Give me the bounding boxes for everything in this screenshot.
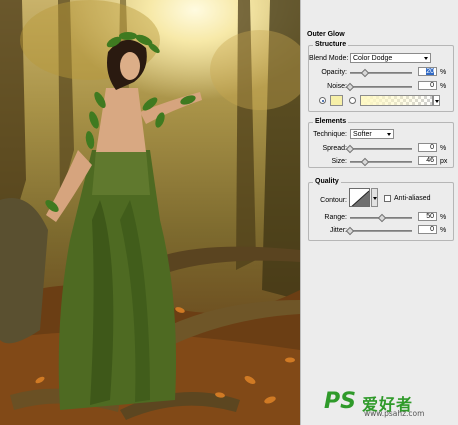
anti-aliased-label: Anti-aliased xyxy=(394,195,431,202)
technique-dropdown[interactable]: Softer xyxy=(350,129,394,139)
outer-glow-panel: Outer Glow Structure Blend Mode: Color D… xyxy=(300,0,458,425)
contour-dropdown-button[interactable] xyxy=(371,188,378,207)
jitter-input[interactable]: 0 xyxy=(418,225,437,234)
blend-mode-label: Blend Mode: xyxy=(309,55,349,62)
anti-aliased-checkbox[interactable] xyxy=(384,195,391,202)
jitter-unit: % xyxy=(440,227,447,234)
opacity-value: 20 xyxy=(426,68,434,75)
watermark-logo: PS xyxy=(324,389,356,414)
spread-label: Spread: xyxy=(322,145,347,152)
size-unit: px xyxy=(440,158,448,165)
chevron-down-icon xyxy=(387,133,391,136)
jitter-label: Jitter: xyxy=(329,227,347,234)
gradient-dropdown-button[interactable] xyxy=(433,95,440,106)
noise-input[interactable]: 0 xyxy=(418,81,437,90)
technique-value: Softer xyxy=(353,131,372,138)
blend-mode-dropdown[interactable]: Color Dodge xyxy=(350,53,431,63)
technique-label: Technique: xyxy=(313,131,347,138)
size-label: Size: xyxy=(331,158,347,165)
glow-color-swatch[interactable] xyxy=(330,95,343,106)
solid-color-radio[interactable] xyxy=(319,97,326,104)
forest-illustration xyxy=(0,0,300,425)
size-input[interactable]: 46 xyxy=(418,156,437,165)
opacity-label: Opacity: xyxy=(321,69,347,76)
opacity-unit: % xyxy=(440,69,447,76)
site-watermark: PS 爱好者 www.psahz.com xyxy=(324,389,452,419)
contour-curve-icon xyxy=(351,190,369,206)
chevron-down-icon xyxy=(435,100,439,103)
noise-slider[interactable] xyxy=(350,86,412,88)
gradient-picker[interactable] xyxy=(360,95,433,106)
jitter-slider[interactable] xyxy=(350,230,412,232)
spread-unit: % xyxy=(440,145,447,152)
size-slider[interactable] xyxy=(350,161,412,163)
chevron-down-icon xyxy=(424,57,428,60)
contour-preview[interactable] xyxy=(349,188,370,207)
noise-label: Noise: xyxy=(327,83,347,90)
blend-mode-value: Color Dodge xyxy=(353,55,393,62)
watermark-url: www.psahz.com xyxy=(364,409,425,418)
opacity-input[interactable]: 20 xyxy=(418,67,437,76)
gradient-radio[interactable] xyxy=(349,97,356,104)
elements-title: Elements xyxy=(313,118,349,125)
spread-input[interactable]: 0 xyxy=(418,143,437,152)
range-unit: % xyxy=(440,214,447,221)
photo-canvas xyxy=(0,0,300,425)
quality-title: Quality xyxy=(313,178,341,185)
noise-unit: % xyxy=(440,83,447,90)
contour-label: Contour: xyxy=(320,197,347,204)
spread-slider[interactable] xyxy=(350,148,412,150)
panel-title: Outer Glow xyxy=(307,31,345,38)
chevron-down-icon xyxy=(373,197,377,200)
structure-title: Structure xyxy=(313,41,349,48)
opacity-slider[interactable] xyxy=(350,72,412,74)
range-label: Range: xyxy=(324,214,347,221)
range-input[interactable]: 50 xyxy=(418,212,437,221)
